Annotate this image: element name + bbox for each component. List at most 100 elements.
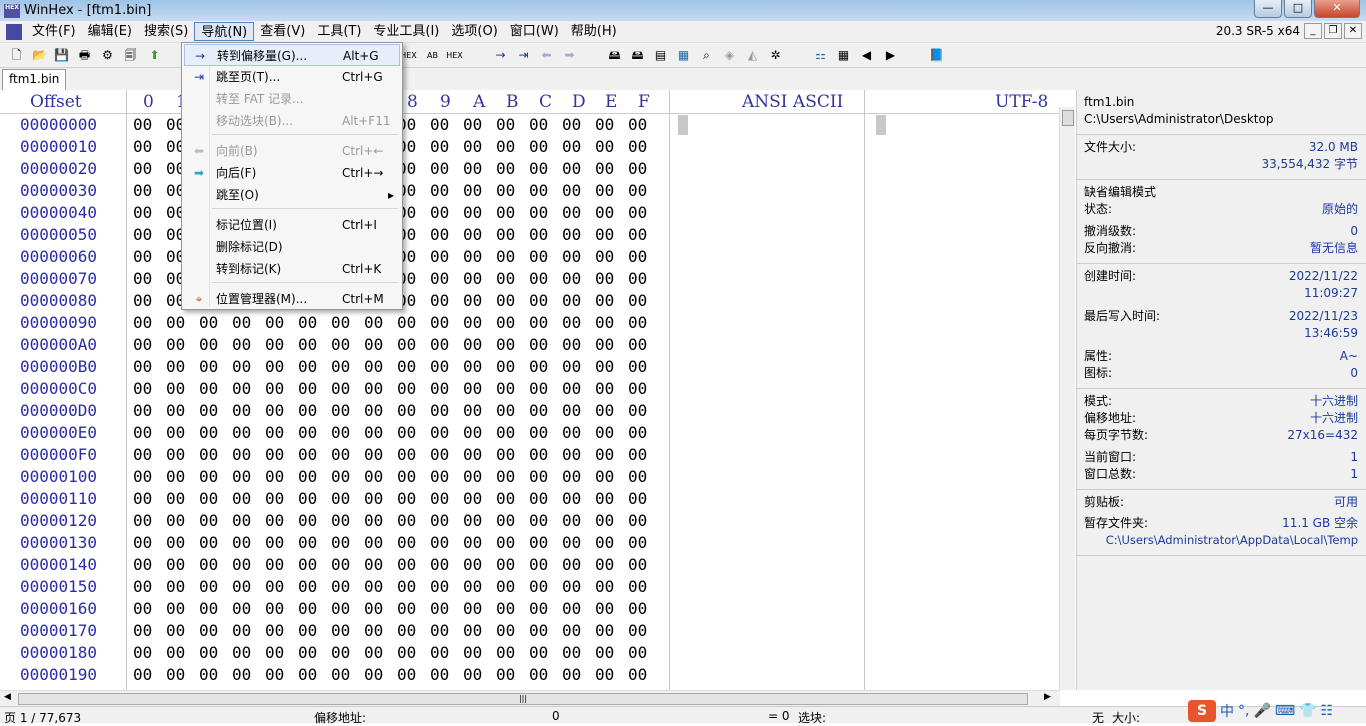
- hex-byte-cell[interactable]: 00: [298, 334, 317, 356]
- hex-byte-cell[interactable]: 00: [562, 664, 581, 686]
- hex-byte-cell[interactable]: 00: [529, 576, 548, 598]
- hex-byte-cell[interactable]: 00: [364, 598, 383, 620]
- hex-byte-cell[interactable]: 00: [562, 620, 581, 642]
- hex-byte-cell[interactable]: 00: [463, 664, 482, 686]
- hex-byte-cell[interactable]: 00: [496, 224, 515, 246]
- back-icon[interactable]: ⬅: [538, 47, 555, 64]
- hex-byte-cell[interactable]: 00: [463, 422, 482, 444]
- hex-byte-cell[interactable]: 00: [265, 488, 284, 510]
- menu-item[interactable]: 查看(V): [254, 22, 311, 41]
- hex-byte-cell[interactable]: 00: [166, 510, 185, 532]
- hex-byte-cell[interactable]: 00: [496, 334, 515, 356]
- hex-byte-cell[interactable]: 00: [430, 620, 449, 642]
- hex-byte-cell[interactable]: 00: [430, 356, 449, 378]
- hex-byte-cell[interactable]: 00: [496, 114, 515, 136]
- hex-byte-cell[interactable]: 00: [331, 576, 350, 598]
- hex-byte-cell[interactable]: 00: [298, 466, 317, 488]
- hex-byte-cell[interactable]: 00: [133, 488, 152, 510]
- hex-byte-cell[interactable]: 00: [463, 268, 482, 290]
- hex-byte-cell[interactable]: 00: [595, 620, 614, 642]
- hex-byte-cell[interactable]: 00: [397, 444, 416, 466]
- hex-byte-cell[interactable]: 00: [331, 664, 350, 686]
- hex-byte-cell[interactable]: 00: [331, 466, 350, 488]
- hex-byte-cell[interactable]: 00: [166, 598, 185, 620]
- hex-byte-cell[interactable]: 00: [496, 554, 515, 576]
- hex-byte-cell[interactable]: 00: [562, 290, 581, 312]
- hex-byte-cell[interactable]: 00: [628, 532, 647, 554]
- hex-byte-cell[interactable]: 00: [463, 356, 482, 378]
- hex-byte-cell[interactable]: 00: [430, 488, 449, 510]
- hex-byte-cell[interactable]: 00: [232, 488, 251, 510]
- hex-byte-cell[interactable]: 00: [265, 620, 284, 642]
- hex-byte-cell[interactable]: 00: [562, 378, 581, 400]
- hex-byte-cell[interactable]: 00: [595, 598, 614, 620]
- hex-byte-cell[interactable]: 00: [529, 246, 548, 268]
- hex-byte-cell[interactable]: 00: [331, 532, 350, 554]
- hex-byte-cell[interactable]: 00: [628, 180, 647, 202]
- nav-menu-item[interactable]: ⬅ 向前(B) Ctrl+←: [184, 140, 400, 162]
- hex-byte-cell[interactable]: 00: [496, 378, 515, 400]
- hex-byte-cell[interactable]: 00: [628, 312, 647, 334]
- hex-byte-cell[interactable]: 00: [562, 488, 581, 510]
- hex-byte-cell[interactable]: 00: [298, 532, 317, 554]
- hex-byte-cell[interactable]: 00: [133, 620, 152, 642]
- microphone-icon[interactable]: 🎤: [1253, 703, 1270, 719]
- hex-byte-cell[interactable]: 00: [430, 180, 449, 202]
- hex-byte-cell[interactable]: 00: [133, 642, 152, 664]
- hex-byte-cell[interactable]: 00: [232, 576, 251, 598]
- hex-byte-cell[interactable]: 00: [265, 378, 284, 400]
- menu-item[interactable]: 专业工具(I): [367, 22, 445, 41]
- hex-byte-cell[interactable]: 00: [430, 598, 449, 620]
- tool-icon[interactable]: ◈: [721, 47, 738, 64]
- hex-byte-cell[interactable]: 00: [595, 268, 614, 290]
- hex-byte-cell[interactable]: 00: [199, 466, 218, 488]
- hex-byte-cell[interactable]: 00: [298, 598, 317, 620]
- hex-byte-cell[interactable]: 00: [199, 356, 218, 378]
- hex-byte-cell[interactable]: 00: [364, 532, 383, 554]
- hex-byte-cell[interactable]: 00: [430, 312, 449, 334]
- hex-byte-cell[interactable]: 00: [331, 378, 350, 400]
- hex-byte-cell[interactable]: 00: [628, 334, 647, 356]
- hex-byte-cell[interactable]: 00: [397, 422, 416, 444]
- nav-menu-item[interactable]: → 转到偏移量(G)... Alt+G: [184, 44, 400, 66]
- hex-byte-cell[interactable]: 00: [298, 664, 317, 686]
- hex-byte-cell[interactable]: 00: [430, 642, 449, 664]
- hex-byte-cell[interactable]: 00: [133, 664, 152, 686]
- hex-byte-cell[interactable]: 00: [430, 664, 449, 686]
- hex-byte-cell[interactable]: 00: [463, 224, 482, 246]
- hex-byte-cell[interactable]: 00: [628, 290, 647, 312]
- hex-byte-cell[interactable]: 00: [397, 400, 416, 422]
- hex-byte-cell[interactable]: 00: [430, 290, 449, 312]
- hex-byte-cell[interactable]: 00: [562, 114, 581, 136]
- hex-byte-cell[interactable]: 00: [265, 576, 284, 598]
- hex-byte-cell[interactable]: 00: [265, 598, 284, 620]
- hex-byte-cell[interactable]: 00: [364, 422, 383, 444]
- mdi-restore-button[interactable]: ❐: [1324, 23, 1342, 39]
- hex-byte-cell[interactable]: 00: [628, 510, 647, 532]
- hex-byte-cell[interactable]: 00: [265, 664, 284, 686]
- hex-byte-cell[interactable]: 00: [265, 422, 284, 444]
- hex-byte-cell[interactable]: 00: [562, 312, 581, 334]
- hex-byte-cell[interactable]: 00: [529, 290, 548, 312]
- hex-byte-cell[interactable]: 00: [331, 444, 350, 466]
- hex-byte-cell[interactable]: 00: [364, 554, 383, 576]
- disk-open-icon[interactable]: 🖴: [629, 47, 646, 64]
- hex-byte-cell[interactable]: 00: [562, 444, 581, 466]
- hex-byte-cell[interactable]: 00: [529, 180, 548, 202]
- hex-byte-cell[interactable]: 00: [265, 400, 284, 422]
- hex-byte-cell[interactable]: 00: [364, 664, 383, 686]
- hex-byte-cell[interactable]: 00: [199, 532, 218, 554]
- hex-byte-cell[interactable]: 00: [397, 378, 416, 400]
- hex-byte-cell[interactable]: 00: [496, 488, 515, 510]
- hex-byte-cell[interactable]: 00: [133, 180, 152, 202]
- hex-byte-cell[interactable]: 00: [232, 664, 251, 686]
- hex-byte-cell[interactable]: 00: [463, 378, 482, 400]
- hex-byte-cell[interactable]: 00: [199, 378, 218, 400]
- hex-byte-cell[interactable]: 00: [628, 356, 647, 378]
- hex-byte-cell[interactable]: 00: [595, 532, 614, 554]
- hex-byte-cell[interactable]: 00: [199, 334, 218, 356]
- hex-byte-cell[interactable]: 00: [529, 202, 548, 224]
- nav-menu-item[interactable]: ⌖ 位置管理器(M)... Ctrl+M: [184, 288, 400, 310]
- hex-byte-cell[interactable]: 00: [496, 422, 515, 444]
- nav-menu-item[interactable]: 转到标记(K) Ctrl+K: [184, 258, 400, 280]
